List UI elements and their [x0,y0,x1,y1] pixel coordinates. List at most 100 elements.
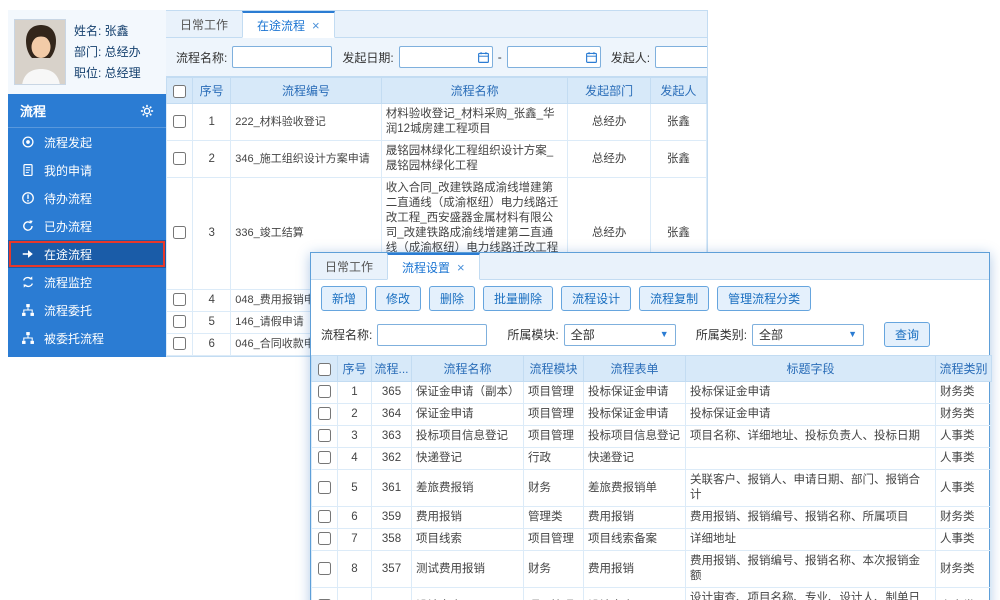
row-checkbox[interactable] [318,562,331,575]
cell-seq: 2 [193,141,231,178]
close-icon[interactable]: × [457,261,465,274]
table-row[interactable]: 7 358 项目线索 项目管理 项目线索备案 详细地址 人事类 [312,529,992,551]
table-row[interactable]: 1 365 保证金申请（副本） 项目管理 投标保证金申请 投标保证金申请 财务类 [312,382,992,404]
col-seq: 序号 [338,356,372,382]
sidebar-section-header: 流程 [8,94,166,128]
row-checkbox[interactable] [173,115,186,128]
sidebar-item-pending-processes[interactable]: 待办流程 [8,184,166,212]
tab-daily-work-popup[interactable]: 日常工作 [311,253,387,279]
tab-in-transit[interactable]: 在途流程 × [242,11,335,38]
row-checkbox[interactable] [318,532,331,545]
tab-label: 日常工作 [325,258,373,275]
sidebar-item-completed-processes[interactable]: 已办流程 [8,212,166,240]
sidebar-item-label: 被委托流程 [44,330,104,347]
close-icon[interactable]: × [312,19,320,32]
row-checkbox[interactable] [318,429,331,442]
col-process-id: 流程... [372,356,412,382]
cell-code: 222_材料验收登记 [231,104,382,141]
col-code: 流程编号 [231,78,382,104]
row-checkbox[interactable] [173,337,186,350]
cell-seq: 5 [338,470,372,507]
cell-dept: 总经办 [568,141,650,178]
row-checkbox[interactable] [318,451,331,464]
sidebar-item-in-transit-processes[interactable]: 在途流程 [8,240,166,268]
arrow-right-icon [21,247,35,261]
manage-category-button[interactable]: 管理流程分类 [717,286,811,311]
tab-process-settings[interactable]: 流程设置 × [387,253,480,280]
table-row[interactable]: 6 359 费用报销 管理类 费用报销 费用报销、报销编号、报销名称、所属项目 … [312,507,992,529]
gear-icon[interactable] [140,104,154,118]
profile-department: 部门: 总经办 [74,42,141,63]
cell-title-fields: 关联客户、报销人、申请日期、部门、报销合计 [686,470,936,507]
main-tabbar: 日常工作 在途流程 × [166,11,707,38]
add-button[interactable]: 新增 [321,286,367,311]
cell-process-module: 财务 [524,551,584,588]
process-name-input[interactable] [232,46,332,68]
row-checkbox[interactable] [173,293,186,306]
process-copy-button[interactable]: 流程复制 [639,286,709,311]
table-row[interactable]: 4 362 快递登记 行政 快递登记 人事类 [312,448,992,470]
row-checkbox[interactable] [173,226,186,239]
initiator-input[interactable] [655,46,708,68]
table-row[interactable]: 3 363 投标项目信息登记 项目管理 投标项目信息登记 项目名称、详细地址、投… [312,426,992,448]
sidebar-item-process-start[interactable]: 流程发起 [8,128,166,156]
cell-process-form: 快递登记 [584,448,686,470]
cell-title-fields: 费用报销、报销编号、报销名称、所属项目 [686,507,936,529]
search-button[interactable]: 查询 [884,322,930,347]
date-to-input[interactable] [507,46,601,68]
cell-title-fields: 投标保证金申请 [686,382,936,404]
cell-process-category: 财务类 [936,404,992,426]
select-all-checkbox[interactable] [318,363,331,376]
row-checkbox[interactable] [318,407,331,420]
cell-title-fields: 费用报销、报销编号、报销名称、本次报销金额 [686,551,936,588]
cell-process-module: 行政 [524,448,584,470]
popup-process-name-input[interactable] [377,324,487,346]
process-name-label: 流程名称: [321,326,372,343]
table-row[interactable]: 2 364 保证金申请 项目管理 投标保证金申请 投标保证金申请 财务类 [312,404,992,426]
sitemap-icon [21,331,35,345]
cell-process-name: 投标项目信息登记 [412,426,524,448]
cell-process-module: 项目管理 [524,588,584,600]
cell-process-name: 设计审查 [412,588,524,600]
delete-button[interactable]: 删除 [429,286,475,311]
category-select[interactable]: 全部 ▼ [752,324,864,346]
date-from-input[interactable] [399,46,493,68]
process-settings-table: 序号 流程... 流程名称 流程模块 流程表单 标题字段 流程类别 1 365 … [311,355,992,600]
cell-seq: 2 [338,404,372,426]
process-design-button[interactable]: 流程设计 [561,286,631,311]
sidebar-menu: 流程发起 我的申请 待办流程 已办流程 在途流程 [8,128,166,352]
cell-process-form: 投标保证金申请 [584,404,686,426]
edit-button[interactable]: 修改 [375,286,421,311]
table-row[interactable]: 2 346_施工组织设计方案申请 晟铭园林绿化工程组织设计方案_晟铭园林绿化工程… [167,141,707,178]
cell-seq: 9 [338,588,372,600]
row-checkbox[interactable] [318,385,331,398]
process-name-label: 流程名称: [176,49,227,66]
cell-process-id: 356 [372,588,412,600]
module-select[interactable]: 全部 ▼ [564,324,676,346]
select-all-checkbox[interactable] [173,85,186,98]
cell-process-form: 费用报销 [584,507,686,529]
sidebar-item-delegated-processes[interactable]: 被委托流程 [8,324,166,352]
sidebar-item-process-monitor[interactable]: 流程监控 [8,268,166,296]
table-row[interactable]: 8 357 测试费用报销 财务 费用报销 费用报销、报销编号、报销名称、本次报销… [312,551,992,588]
cell-process-category: 财务类 [936,507,992,529]
category-label: 所属类别: [696,326,747,343]
batch-delete-button[interactable]: 批量删除 [483,286,553,311]
sidebar-item-process-delegation[interactable]: 流程委托 [8,296,166,324]
table-row[interactable]: 5 361 差旅费报销 财务 差旅费报销单 关联客户、报销人、申请日期、部门、报… [312,470,992,507]
col-name: 流程名称 [381,78,568,104]
tab-daily-work[interactable]: 日常工作 [166,11,242,37]
sidebar-item-my-applications[interactable]: 我的申请 [8,156,166,184]
cell-process-module: 管理类 [524,507,584,529]
table-row[interactable]: 1 222_材料验收登记 材料验收登记_材料采购_张鑫_华润12城房建工程项目 … [167,104,707,141]
sidebar-section-title: 流程 [20,101,46,120]
row-checkbox[interactable] [318,510,331,523]
row-checkbox[interactable] [318,481,331,494]
cell-initiator: 张鑫 [650,141,706,178]
table-row[interactable]: 9 356 设计审查 项目管理 设计审查 设计审查、项目名称、专业、设计人、制单… [312,588,992,600]
row-checkbox[interactable] [173,152,186,165]
row-checkbox[interactable] [173,315,186,328]
cell-process-form: 差旅费报销单 [584,470,686,507]
table-header-row: 序号 流程... 流程名称 流程模块 流程表单 标题字段 流程类别 [312,356,992,382]
tab-label: 流程设置 [402,259,450,276]
